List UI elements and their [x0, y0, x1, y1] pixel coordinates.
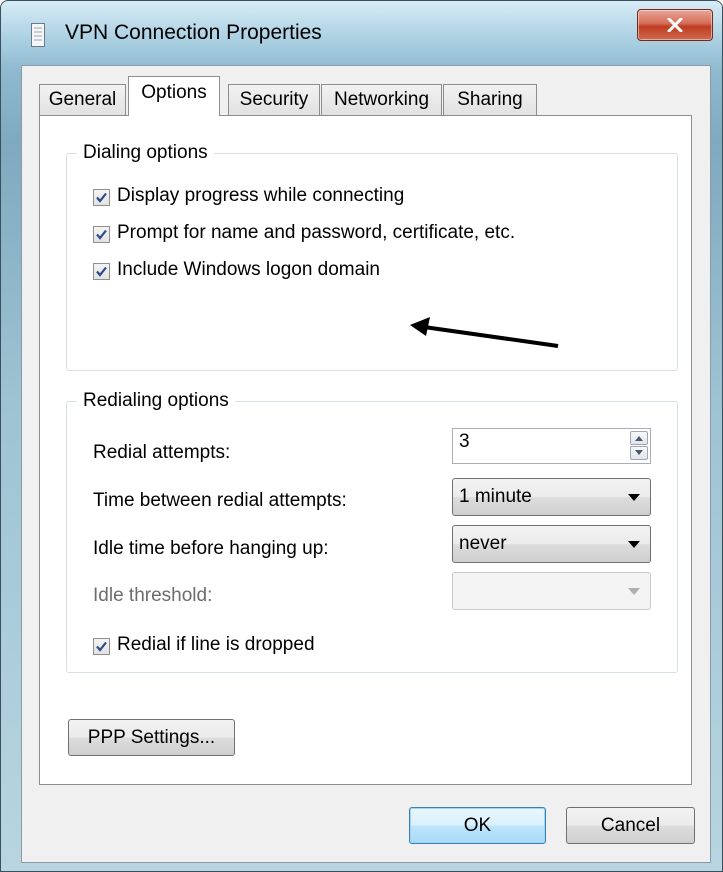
close-icon — [667, 18, 683, 32]
checkmark-icon — [96, 192, 107, 203]
tab-options[interactable]: Options — [128, 76, 220, 116]
display-progress-label: Display progress while connecting — [117, 185, 405, 206]
tab-general-label: General — [48, 89, 117, 110]
include-domain-checkbox[interactable] — [93, 263, 110, 280]
checkmark-icon — [96, 641, 107, 652]
tab-security-label: Security — [239, 89, 309, 110]
checkmark-icon — [96, 266, 107, 277]
idle-time-select[interactable]: never — [452, 525, 651, 563]
checkmark-icon — [96, 229, 107, 240]
idle-threshold-select — [452, 572, 651, 610]
idle-time-value: never — [459, 533, 507, 554]
idle-threshold-label: Idle threshold: — [93, 585, 213, 606]
display-progress-checkbox[interactable] — [93, 189, 110, 206]
idle-time-label: Idle time before hanging up: — [93, 538, 329, 559]
tab-security[interactable]: Security — [228, 84, 320, 115]
chevron-down-icon — [628, 541, 640, 548]
time-between-label: Time between redial attempts: — [93, 490, 347, 511]
ok-button[interactable]: OK — [409, 807, 546, 844]
dialog-window: VPN Connection Properties General Option… — [0, 0, 723, 872]
redial-attempts-value: 3 — [459, 431, 470, 452]
tab-networking-label: Networking — [333, 89, 430, 110]
arrow-icon — [410, 317, 559, 348]
redialing-options-legend: Redialing options — [77, 390, 235, 412]
close-button[interactable] — [637, 9, 713, 41]
tab-sharing[interactable]: Sharing — [443, 84, 537, 115]
tab-networking[interactable]: Networking — [321, 84, 442, 115]
tab-general[interactable]: General — [39, 84, 126, 115]
options-tab-panel: Dialing options Display progress while c… — [39, 115, 692, 785]
spin-down-button[interactable] — [630, 446, 648, 460]
redial-attempts-spinner[interactable]: 3 — [452, 428, 651, 464]
time-between-select[interactable]: 1 minute — [452, 478, 651, 516]
cancel-button[interactable]: Cancel — [566, 807, 695, 844]
time-between-value: 1 minute — [459, 486, 532, 507]
chevron-down-icon — [635, 450, 643, 455]
dialing-options-group: Dialing options Display progress while c… — [66, 142, 678, 371]
document-icon — [31, 23, 45, 47]
redial-if-dropped-checkbox[interactable] — [93, 638, 110, 655]
prompt-name-checkbox[interactable] — [93, 226, 110, 243]
chevron-down-icon — [628, 494, 640, 501]
tab-options-label: Options — [141, 82, 207, 103]
tab-sharing-label: Sharing — [457, 89, 523, 110]
prompt-name-label: Prompt for name and password, certificat… — [117, 222, 516, 243]
redialing-options-group: Redialing options Redial attempts: 3 Tim… — [66, 390, 678, 673]
include-domain-label: Include Windows logon domain — [117, 259, 380, 280]
redial-attempts-label: Redial attempts: — [93, 442, 231, 463]
dialog-client-area: General Options Security Networking Shar… — [21, 65, 711, 863]
spin-up-button[interactable] — [630, 431, 648, 445]
window-title: VPN Connection Properties — [65, 21, 322, 44]
redial-if-dropped-label: Redial if line is dropped — [117, 634, 315, 655]
ppp-settings-button[interactable]: PPP Settings... — [68, 719, 235, 756]
chevron-down-icon — [628, 588, 640, 595]
chevron-up-icon — [635, 436, 643, 441]
dialing-options-legend: Dialing options — [77, 142, 214, 164]
